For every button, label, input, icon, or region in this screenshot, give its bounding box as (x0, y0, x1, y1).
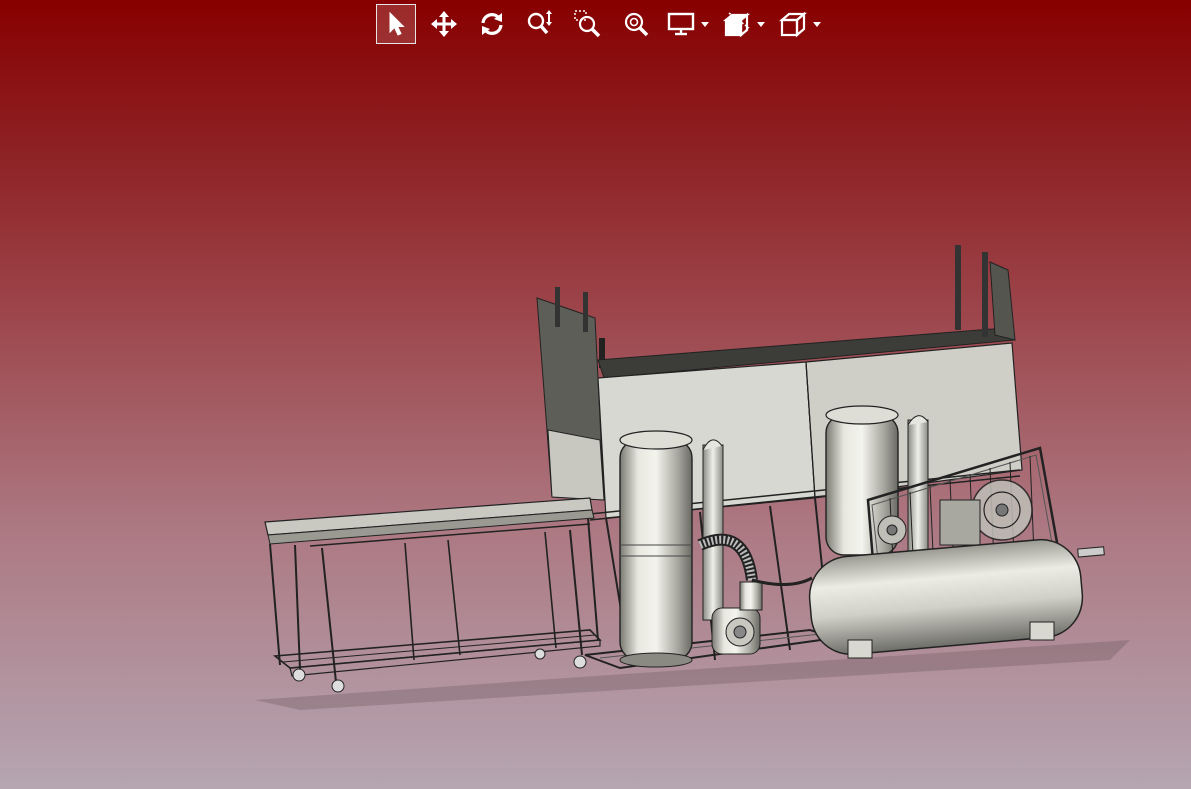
enclosure-left-panel (536, 287, 605, 501)
view-toolbar (376, 3, 832, 44)
zoom-updown-icon (526, 9, 554, 38)
section-view-dropdown[interactable] (754, 4, 768, 44)
move-arrows-icon (431, 10, 457, 37)
caret-down-icon (701, 15, 709, 33)
display-mode-dropdown[interactable] (698, 4, 712, 44)
iso-cube-icon (779, 10, 807, 38)
3d-viewport[interactable] (0, 0, 1191, 789)
ground-shadow (255, 640, 1130, 710)
rolling-table (264, 497, 602, 693)
section-view-group (720, 4, 768, 44)
standard-views-dropdown[interactable] (810, 4, 824, 44)
model-scene[interactable] (0, 0, 1191, 789)
zoom-window-icon (574, 9, 602, 38)
standard-views-group (776, 4, 824, 44)
select-tool-button[interactable] (376, 3, 416, 44)
zoom-fit-button[interactable] (616, 4, 656, 44)
rotate-tool-button[interactable] (472, 4, 512, 44)
cyclone-tank-left (619, 430, 693, 668)
display-mode-group (664, 4, 712, 44)
rotate-icon (478, 10, 506, 38)
cyclone-tank-right (825, 405, 929, 561)
zoom-tool-button[interactable] (520, 4, 560, 44)
air-hose (751, 576, 813, 586)
monitor-icon (667, 11, 695, 37)
standard-views-button[interactable] (776, 4, 810, 44)
cursor-arrow-icon (385, 11, 407, 37)
section-cube-icon (723, 10, 751, 38)
caret-down-icon (757, 15, 765, 33)
caret-down-icon (813, 15, 821, 33)
display-mode-button[interactable] (664, 4, 698, 44)
zoom-window-button[interactable] (568, 4, 608, 44)
section-view-button[interactable] (720, 4, 754, 44)
pan-tool-button[interactable] (424, 4, 464, 44)
zoom-fit-icon (622, 10, 650, 38)
